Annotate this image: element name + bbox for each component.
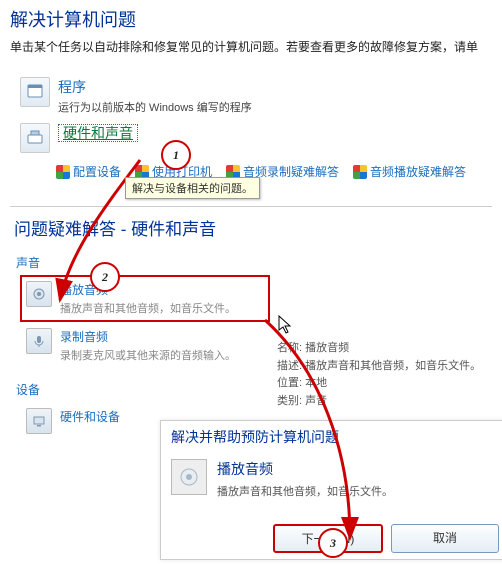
page-subtitle: 单击某个任务以自动排除和修复常见的计算机问题。若要查看更多的故障修复方案，请单 bbox=[10, 38, 492, 55]
tooltip-hardware: 解决与设备相关的问题。 bbox=[125, 177, 260, 199]
cancel-button[interactable]: 取消 bbox=[391, 524, 499, 553]
troubleshoot-title: 问题疑难解答 - 硬件和声音 bbox=[14, 215, 492, 240]
shield-icon bbox=[353, 165, 367, 179]
item-title: 播放音频 bbox=[60, 281, 236, 298]
annotation-marker-3: 3 bbox=[318, 528, 348, 558]
group-sound: 声音 bbox=[16, 254, 502, 271]
item-title: 硬件和设备 bbox=[60, 408, 120, 425]
speaker-icon bbox=[26, 281, 52, 307]
device-icon bbox=[26, 408, 52, 434]
wizard-heading: 解决并帮助预防计算机问题 bbox=[171, 427, 497, 447]
annotation-marker-2: 2 bbox=[90, 262, 120, 292]
programs-desc: 运行为以前版本的 Windows 编写的程序 bbox=[58, 99, 482, 115]
microphone-icon bbox=[26, 328, 52, 354]
item-desc: 录制麦克风或其他来源的音频输入。 bbox=[60, 347, 236, 363]
hardware-title[interactable]: 硬件和声音 bbox=[58, 124, 138, 142]
item-play-audio[interactable]: 播放音频 播放声音和其他音频，如音乐文件。 bbox=[20, 275, 270, 322]
shield-icon bbox=[56, 165, 70, 179]
page-title: 解决计算机问题 bbox=[10, 6, 492, 32]
section-hardware: 硬件和声音 bbox=[10, 119, 492, 157]
programs-icon bbox=[20, 77, 50, 107]
annotation-marker-1: 1 bbox=[161, 140, 191, 170]
wizard-desc: 播放声音和其他音频，如音乐文件。 bbox=[217, 483, 393, 499]
programs-title[interactable]: 程序 bbox=[58, 79, 86, 95]
hardware-icon bbox=[20, 123, 50, 153]
wizard-title: 播放音频 bbox=[217, 459, 393, 479]
section-programs: 程序 运行为以前版本的 Windows 编写的程序 bbox=[10, 73, 492, 119]
item-desc: 播放声音和其他音频，如音乐文件。 bbox=[60, 300, 236, 316]
link-play-trouble[interactable]: 音频播放疑难解答 bbox=[353, 163, 466, 180]
item-info-panel: 名称: 播放音频 描述: 播放声音和其他音频，如音乐文件。 位置: 本地 类别:… bbox=[277, 340, 481, 410]
speaker-large-icon bbox=[171, 459, 207, 495]
section-divider bbox=[10, 206, 492, 207]
item-title: 录制音频 bbox=[60, 328, 236, 345]
link-config-device[interactable]: 配置设备 bbox=[56, 163, 121, 180]
cursor-icon bbox=[278, 315, 294, 338]
